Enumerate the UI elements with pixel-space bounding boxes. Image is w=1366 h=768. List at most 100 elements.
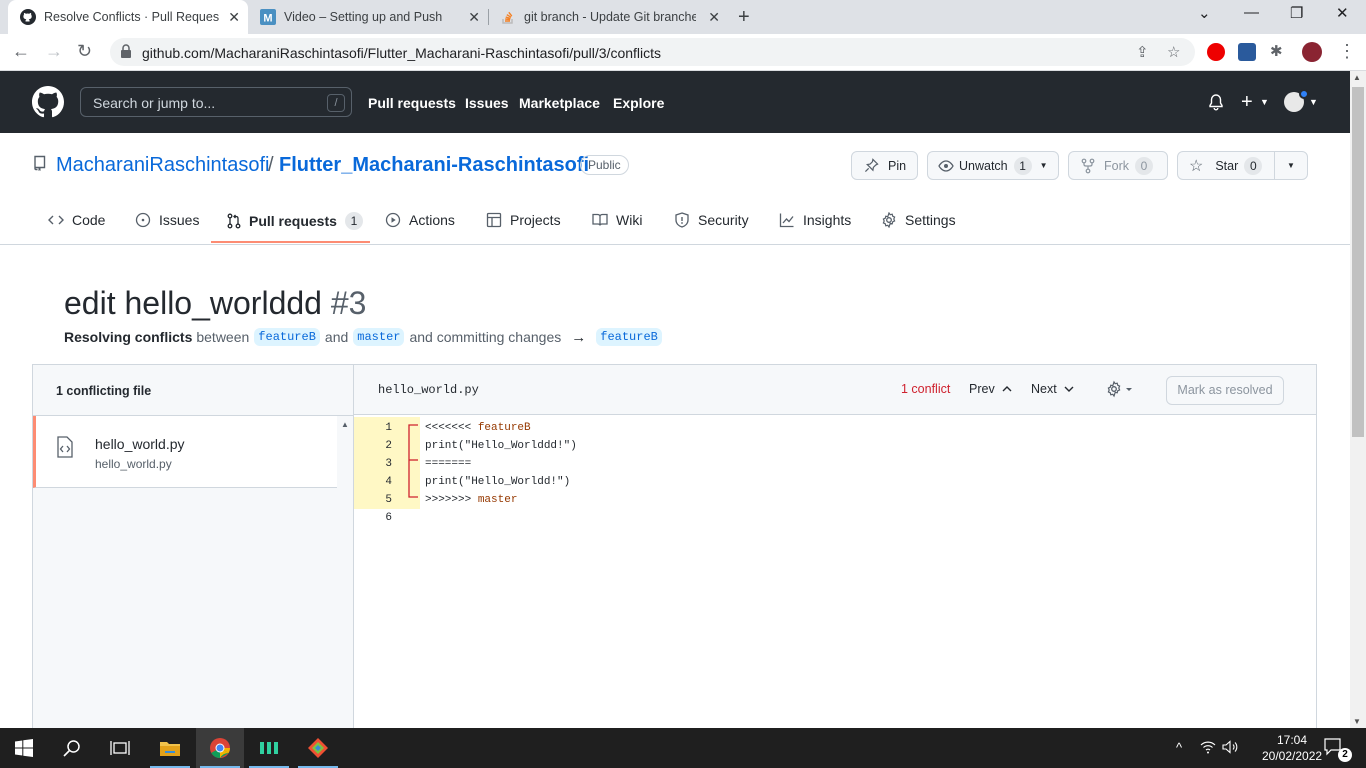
search-icon[interactable] (48, 728, 96, 768)
tab-actions[interactable]: Actions (385, 212, 455, 228)
code-line: 3 ======= (354, 455, 1316, 473)
conflict-file-sidebar: 1 conflicting file hello_world.py hello_… (33, 365, 354, 729)
target-branch-label[interactable]: featureB (596, 328, 662, 346)
volume-icon[interactable] (1222, 740, 1240, 757)
tab-resolve-conflicts[interactable]: Resolve Conflicts · Pull Request # ✕ (8, 0, 248, 34)
search-input[interactable]: Search or jump to... / (80, 87, 352, 117)
notification-count-badge: 2 (1338, 748, 1352, 762)
scroll-up-arrow-icon[interactable]: ▲ (341, 420, 349, 429)
scrollbar-thumb[interactable] (1352, 87, 1364, 437)
tab-issues[interactable]: Issues (135, 212, 199, 228)
back-icon[interactable]: ← (12, 41, 30, 62)
share-icon[interactable]: ⇪ (1136, 43, 1149, 61)
tab-label: Pull requests (249, 213, 337, 229)
windows-start-icon[interactable] (0, 728, 48, 768)
tab-label: Issues (159, 212, 200, 228)
line-number: 3 (385, 458, 392, 470)
repo-path-separator: / (268, 154, 274, 176)
pin-icon (864, 158, 879, 173)
tab-label: Insights (803, 212, 852, 228)
fork-button[interactable]: Fork 0 (1068, 151, 1168, 180)
shield-icon (674, 212, 698, 228)
base-branch-label[interactable]: master (353, 328, 405, 346)
restore-button[interactable]: ❐ (1290, 4, 1303, 22)
address-bar[interactable]: github.com/MacharaniRaschintasofi/Flutte… (110, 38, 1195, 66)
play-icon (385, 212, 409, 228)
tab-label: Actions (409, 212, 455, 228)
pull-request-icon (227, 213, 249, 229)
tab-video[interactable]: M Video – Setting up and Push ✕ (248, 0, 488, 34)
code-line: 4 print("Hello_Worldd!") (354, 473, 1316, 491)
tab-pull-requests[interactable]: Pull requests 1 (227, 212, 363, 230)
system-clock[interactable]: 17:04 20/02/2022 (1262, 732, 1322, 764)
code-editor[interactable]: hello_world.py 1 conflict Prev Next Mark… (354, 365, 1316, 729)
tab-git-branch[interactable]: git branch - Update Git branches ✕ (488, 0, 728, 34)
star-list-dropdown[interactable]: ▼ (1274, 151, 1308, 180)
next-conflict-button[interactable]: Next (1031, 382, 1074, 396)
create-new-plus-icon[interactable]: + (1241, 91, 1253, 114)
branch-ref: master (471, 494, 518, 506)
close-tab-icon[interactable]: ✕ (228, 9, 240, 26)
page-scrollbar[interactable]: ▲ ▼ (1350, 71, 1366, 728)
tab-security[interactable]: Security (674, 212, 749, 228)
app-taskbar-icon[interactable] (245, 728, 293, 768)
code-text: ======= (425, 458, 472, 470)
issue-icon (135, 212, 159, 228)
task-view-icon[interactable] (96, 728, 144, 768)
minimize-button[interactable]: — (1244, 4, 1259, 21)
new-tab-button[interactable]: + (738, 6, 750, 29)
chevron-up-icon (1002, 386, 1012, 392)
show-hidden-icons-chevron-icon[interactable]: ^ (1176, 740, 1182, 755)
extensions-puzzle-icon[interactable]: ✱ (1270, 42, 1288, 60)
file-code-icon (56, 436, 74, 463)
chrome-menu-icon[interactable]: ⋮ (1338, 41, 1356, 62)
visibility-badge: Public (580, 155, 629, 175)
conflict-file-item[interactable]: hello_world.py hello_world.py (33, 416, 337, 488)
tab-insights[interactable]: Insights (779, 212, 851, 228)
head-branch-label[interactable]: featureB (254, 328, 320, 346)
tab-projects[interactable]: Projects (486, 212, 561, 228)
chrome-taskbar-icon[interactable] (196, 728, 244, 768)
nav-marketplace[interactable]: Marketplace (519, 95, 600, 111)
pin-button[interactable]: Pin (851, 151, 918, 180)
repo-owner-link[interactable]: MacharaniRaschintasofi (56, 154, 269, 177)
profile-avatar[interactable] (1302, 42, 1322, 62)
adblock-extension-icon[interactable] (1207, 43, 1225, 61)
close-window-button[interactable]: ✕ (1336, 4, 1349, 22)
line-number: 2 (385, 440, 392, 452)
wifi-icon[interactable] (1200, 740, 1216, 757)
unwatch-button[interactable]: Unwatch 1 ▼ (927, 151, 1059, 180)
selected-tab-underline (211, 241, 370, 243)
file-explorer-icon[interactable] (146, 728, 194, 768)
forward-icon[interactable]: → (45, 41, 63, 62)
close-tab-icon[interactable]: ✕ (708, 9, 720, 26)
nav-issues[interactable]: Issues (465, 95, 509, 111)
star-button[interactable]: ☆ Star 0 (1177, 151, 1275, 180)
tab-settings[interactable]: Settings (881, 212, 956, 228)
tab-wiki[interactable]: Wiki (592, 212, 642, 228)
close-tab-icon[interactable]: ✕ (468, 9, 480, 26)
git-taskbar-icon[interactable] (294, 728, 342, 768)
extension-icon[interactable] (1238, 43, 1256, 61)
mark-as-resolved-button[interactable]: Mark as resolved (1166, 376, 1284, 405)
reload-icon[interactable]: ↻ (77, 41, 92, 62)
nav-pull-requests[interactable]: Pull requests (368, 95, 456, 111)
line-number: 5 (385, 494, 392, 506)
github-logo-icon[interactable] (32, 86, 64, 123)
tab-code[interactable]: Code (48, 212, 105, 228)
nav-explore[interactable]: Explore (613, 95, 664, 111)
scroll-up-arrow-icon[interactable]: ▲ (1353, 73, 1361, 82)
tab-search-icon[interactable]: ⌄ (1198, 4, 1211, 22)
repo-icon (32, 155, 48, 176)
scroll-down-arrow-icon[interactable]: ▼ (1353, 717, 1361, 726)
line-number: 4 (385, 476, 392, 488)
bookmark-star-icon[interactable]: ☆ (1167, 43, 1180, 61)
resolving-subtitle: Resolving conflicts between featureB and… (64, 328, 667, 346)
book-icon (592, 212, 616, 228)
notifications-bell-icon[interactable] (1208, 94, 1224, 116)
browser-toolbar: ← → ↻ github.com/MacharaniRaschintasofi/… (0, 34, 1366, 71)
prev-conflict-button[interactable]: Prev (969, 382, 1012, 396)
repo-name-link[interactable]: Flutter_Macharani-Raschintasofi (279, 154, 589, 177)
caret-down-icon: ▼ (1039, 161, 1048, 170)
editor-settings-gear-icon[interactable] (1106, 380, 1134, 403)
